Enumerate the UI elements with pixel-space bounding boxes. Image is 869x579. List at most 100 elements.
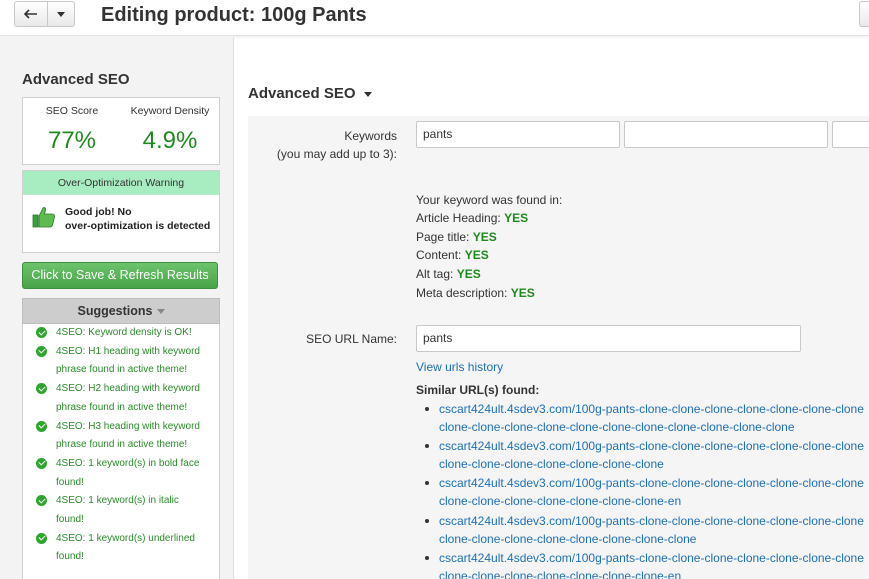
found-value: YES	[510, 286, 535, 300]
suggestions-title: Suggestions	[77, 304, 153, 318]
found-row-meta-description: Meta description: YES	[416, 286, 535, 300]
keywords-label-line-1: Keywords	[344, 129, 397, 143]
found-label: Content:	[416, 248, 462, 262]
seo-score-label: SEO Score	[45, 105, 99, 117]
bullet-icon	[425, 407, 429, 411]
over-optimization-warning: Over-Optimization Warning Good job! No o…	[22, 170, 220, 253]
suggestion-item: 4SEO: H1 heading with keyword phrase fou…	[23, 343, 219, 380]
warning-message: Good job! No over-optimization is detect…	[65, 205, 210, 233]
keywords-label-line-2: (you may add up to 3):	[276, 147, 397, 161]
check-circle-icon	[36, 457, 47, 469]
suggestion-item: 4SEO: H3 heading with keyword phrase fou…	[23, 418, 219, 455]
sidebar: Advanced SEO SEO Score 77% Keyword Densi…	[0, 37, 234, 579]
check-circle-icon	[36, 345, 47, 357]
similar-url-item: cscart424ult.4sdev3.com/100g-pants-clone…	[425, 437, 869, 474]
top-bar: Editing product: 100g Pants	[0, 0, 869, 36]
check-circle-icon	[36, 420, 47, 432]
thumbs-up-icon	[32, 207, 56, 228]
view-urls-history-link[interactable]: View urls history	[416, 360, 503, 374]
check-circle-icon	[36, 327, 47, 338]
page-title: Editing product: 100g Pants	[101, 4, 367, 26]
suggestion-item: 4SEO: 1 keyword(s) underlined found!	[23, 530, 219, 567]
caret-down-icon	[156, 309, 165, 315]
found-row-page-title: Page title: YES	[416, 230, 497, 244]
keyword-density: Keyword Density 4.9%	[121, 98, 219, 155]
found-value: YES	[472, 230, 497, 244]
found-label: Article Heading:	[416, 211, 501, 225]
bullet-icon	[425, 481, 429, 485]
suggestion-text: 4SEO: 1 keyword(s) in italic	[56, 495, 179, 507]
similar-url-link[interactable]: cscart424ult.4sdev3.com/100g-pants-clone…	[439, 512, 864, 530]
warning-line-2: over-optimization is detected	[65, 220, 211, 232]
back-arrow-icon	[24, 9, 37, 19]
found-label: Page title:	[416, 230, 470, 244]
similar-urls-title: Similar URL(s) found:	[416, 383, 540, 397]
section-title[interactable]: Advanced SEO	[248, 85, 372, 102]
suggestion-item: 4SEO: 1 keyword(s) in bold face found!	[23, 455, 219, 492]
keyword-input-2[interactable]	[624, 121, 828, 148]
suggestion-text: phrase found in active theme!	[56, 401, 188, 413]
seo-score: SEO Score 77%	[23, 98, 121, 155]
similar-url-link[interactable]: cscart424ult.4sdev3.com/100g-pants-clone…	[439, 549, 864, 567]
suggestion-text: 4SEO: 1 keyword(s) underlined	[56, 532, 195, 544]
keyword-input-3[interactable]	[832, 121, 869, 148]
found-value: YES	[504, 211, 529, 225]
suggestions-header[interactable]: Suggestions	[22, 298, 220, 324]
suggestion-item: 4SEO: Keyword density is OK!	[23, 324, 219, 343]
toolbar-right-button[interactable]	[859, 1, 869, 27]
keyword-density-value: 4.9%	[142, 127, 198, 154]
suggestion-text: 4SEO: H3 heading with keyword	[56, 420, 200, 432]
found-value: YES	[456, 267, 481, 281]
suggestion-text: 4SEO: H1 heading with keyword	[56, 345, 200, 357]
back-button[interactable]	[15, 2, 48, 26]
similar-url-link[interactable]: clone-clone-clone-clone-clone-clone-clon…	[439, 418, 795, 436]
section-title-text: Advanced SEO	[248, 85, 356, 102]
similar-url-link[interactable]: clone-clone-clone-clone-clone-clone-clon…	[439, 530, 696, 548]
similar-url-link[interactable]: cscart424ult.4sdev3.com/100g-pants-clone…	[439, 474, 864, 492]
found-row-alt-tag: Alt tag: YES	[416, 267, 481, 281]
warning-title: Over-Optimization Warning	[23, 171, 219, 195]
keyword-found-intro: Your keyword was found in:	[416, 193, 563, 207]
check-circle-icon	[36, 495, 47, 507]
bullet-icon	[425, 556, 429, 560]
found-value: YES	[464, 248, 489, 262]
check-circle-icon	[36, 383, 47, 395]
similar-url-item: cscart424ult.4sdev3.com/100g-pants-clone…	[425, 474, 869, 511]
seo-score-box: SEO Score 77% Keyword Density 4.9%	[22, 97, 220, 165]
bullet-icon	[425, 444, 429, 448]
similar-url-item: cscart424ult.4sdev3.com/100g-pants-clone…	[425, 512, 869, 549]
keyword-input-1[interactable]: pants	[416, 121, 620, 148]
similar-url-link[interactable]: clone-clone-clone-clone-clone-clone-clon…	[439, 455, 664, 473]
warning-line-1: Good job! No	[65, 206, 132, 218]
bullet-icon	[425, 519, 429, 523]
caret-down-icon	[363, 91, 372, 97]
keyword-density-label: Keyword Density	[130, 105, 210, 117]
suggestion-text: found!	[56, 514, 84, 526]
save-refresh-button[interactable]: Click to Save & Refresh Results	[22, 262, 218, 289]
similar-url-link[interactable]: cscart424ult.4sdev3.com/100g-pants-clone…	[439, 400, 864, 418]
seo-score-value: 77%	[47, 127, 97, 154]
similar-url-link[interactable]: clone-clone-clone-clone-clone-clone-clon…	[439, 492, 681, 510]
keywords-label: Keywords (you may add up to 3):	[260, 127, 397, 163]
suggestion-text: found!	[56, 476, 84, 488]
similar-url-link[interactable]: cscart424ult.4sdev3.com/100g-pants-clone…	[439, 437, 864, 455]
back-dropdown-button[interactable]	[48, 2, 74, 26]
caret-down-icon	[57, 11, 65, 17]
similar-url-link[interactable]: clone-clone-clone-clone-clone-clone-clon…	[439, 567, 681, 579]
suggestion-text: 4SEO: Keyword density is OK!	[56, 327, 192, 338]
suggestion-text: 4SEO: H2 heading with keyword	[56, 383, 200, 395]
suggestion-text: phrase found in active theme!	[56, 439, 188, 451]
found-row-content: Content: YES	[416, 248, 489, 262]
suggestions-list: 4SEO: Keyword density is OK! 4SEO: H1 he…	[22, 324, 220, 579]
back-button-group	[14, 1, 75, 27]
seo-url-label: SEO URL Name:	[306, 332, 397, 346]
similar-url-item: cscart424ult.4sdev3.com/100g-pants-clone…	[425, 549, 869, 579]
found-label: Alt tag:	[416, 267, 454, 281]
suggestion-item: 4SEO: H2 heading with keyword phrase fou…	[23, 380, 219, 417]
suggestion-text: found!	[56, 551, 84, 563]
suggestion-text: phrase found in active theme!	[56, 364, 188, 376]
found-row-article-heading: Article Heading: YES	[416, 211, 528, 225]
seo-url-input[interactable]: pants	[416, 325, 801, 352]
check-circle-icon	[36, 532, 47, 544]
similar-url-item: cscart424ult.4sdev3.com/100g-pants-clone…	[425, 400, 869, 437]
